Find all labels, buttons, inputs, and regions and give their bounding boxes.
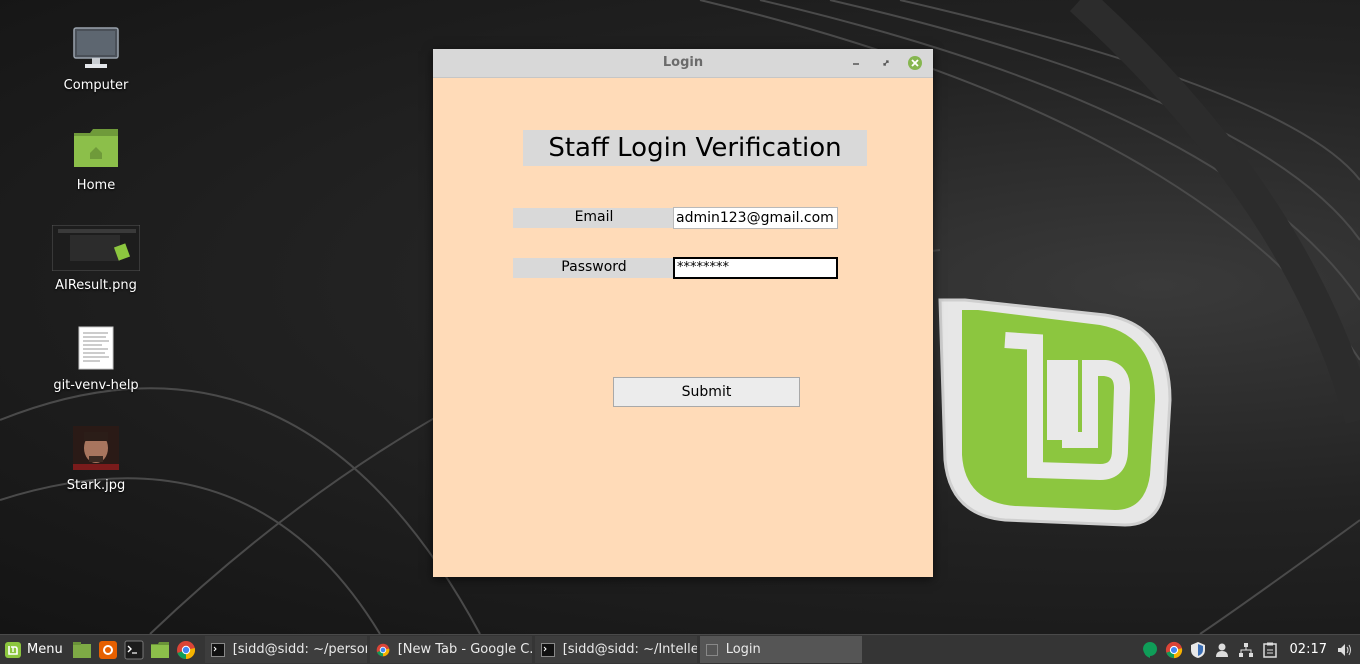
email-field[interactable]: admin123@gmail.com bbox=[673, 207, 838, 229]
desktop-icon-label: Home bbox=[76, 178, 116, 193]
desktop: Computer Home AIResult.png git-venv-help… bbox=[0, 0, 1360, 634]
task-login[interactable]: Login bbox=[699, 636, 862, 663]
clock[interactable]: 02:17 bbox=[1290, 642, 1327, 657]
network-icon[interactable] bbox=[1235, 639, 1257, 661]
chrome-icon[interactable] bbox=[1163, 639, 1185, 661]
password-label: Password bbox=[513, 258, 675, 278]
files-launcher[interactable] bbox=[148, 638, 172, 662]
submit-button[interactable]: Submit bbox=[613, 377, 800, 407]
files-icon bbox=[150, 641, 169, 658]
chrome-launcher[interactable] bbox=[174, 638, 198, 662]
chrome-icon bbox=[376, 643, 390, 657]
desktop-icon-label: Stark.jpg bbox=[66, 478, 126, 493]
desktop-icon-label: AIResult.png bbox=[55, 278, 137, 293]
close-button[interactable] bbox=[907, 55, 923, 71]
text-file-icon bbox=[78, 324, 114, 372]
window-client: Staff Login Verification Email admin123@… bbox=[433, 78, 933, 577]
menu-button[interactable]: Menu bbox=[0, 635, 69, 664]
password-field[interactable]: ******** bbox=[673, 257, 838, 279]
maximize-button[interactable] bbox=[878, 55, 894, 71]
window-icon bbox=[705, 643, 718, 656]
chrome-icon bbox=[176, 640, 195, 659]
user-icon[interactable] bbox=[1211, 639, 1233, 661]
page-title: Staff Login Verification bbox=[523, 130, 867, 166]
firefox-launcher[interactable] bbox=[96, 638, 120, 662]
desktop-icon-git-venv-help[interactable]: git-venv-help bbox=[40, 324, 152, 393]
home-folder-icon bbox=[72, 124, 120, 172]
task-label: [New Tab - Google C... bbox=[397, 642, 532, 657]
mint-menu-icon bbox=[5, 641, 21, 658]
terminal-icon bbox=[210, 642, 225, 657]
task-label: [sidd@sidd: ~/person... bbox=[232, 642, 367, 657]
task-label: Login bbox=[725, 642, 761, 657]
show-desktop-launcher[interactable] bbox=[70, 638, 94, 662]
terminal-icon bbox=[124, 640, 144, 659]
terminal-icon bbox=[540, 642, 555, 657]
desktop-icon-airesult[interactable]: AIResult.png bbox=[40, 224, 152, 293]
terminal-launcher[interactable] bbox=[122, 638, 146, 662]
clipboard-icon[interactable] bbox=[1259, 639, 1281, 661]
minimize-button[interactable] bbox=[848, 55, 864, 71]
restore-icon bbox=[883, 60, 889, 66]
desktop-icon-stark[interactable]: Stark.jpg bbox=[40, 424, 152, 493]
volume-icon[interactable] bbox=[1334, 639, 1356, 661]
shield-icon[interactable] bbox=[1187, 639, 1209, 661]
firefox-icon bbox=[98, 640, 117, 659]
task-chrome-new-tab[interactable]: [New Tab - Google C... bbox=[369, 636, 532, 663]
task-terminal-intellec[interactable]: [sidd@sidd: ~/Intellec... bbox=[534, 636, 697, 663]
email-label: Email bbox=[513, 208, 675, 228]
show-desktop-icon bbox=[72, 641, 91, 658]
menu-label: Menu bbox=[27, 642, 63, 657]
task-terminal-personal[interactable]: [sidd@sidd: ~/person... bbox=[204, 636, 367, 663]
desktop-icon-label: Computer bbox=[63, 78, 129, 93]
desktop-icon-computer[interactable]: Computer bbox=[40, 24, 152, 93]
login-window: Login Staff Login Verification Email adm… bbox=[433, 49, 933, 577]
photo-thumbnail-icon bbox=[73, 424, 119, 472]
desktop-icon-label: git-venv-help bbox=[53, 378, 139, 393]
minimize-icon bbox=[853, 63, 859, 65]
mint-logo bbox=[938, 298, 1172, 527]
close-icon bbox=[908, 56, 922, 70]
computer-icon bbox=[72, 24, 120, 72]
taskbar: Menu [sidd@sidd: ~/person... [New Tab - … bbox=[0, 634, 1360, 664]
desktop-icon-home[interactable]: Home bbox=[40, 124, 152, 193]
task-label: [sidd@sidd: ~/Intellec... bbox=[562, 642, 697, 657]
hangouts-icon[interactable] bbox=[1139, 639, 1161, 661]
image-thumbnail-icon bbox=[52, 224, 140, 272]
system-tray: 02:17 bbox=[1138, 635, 1360, 664]
window-titlebar[interactable]: Login bbox=[433, 49, 933, 78]
